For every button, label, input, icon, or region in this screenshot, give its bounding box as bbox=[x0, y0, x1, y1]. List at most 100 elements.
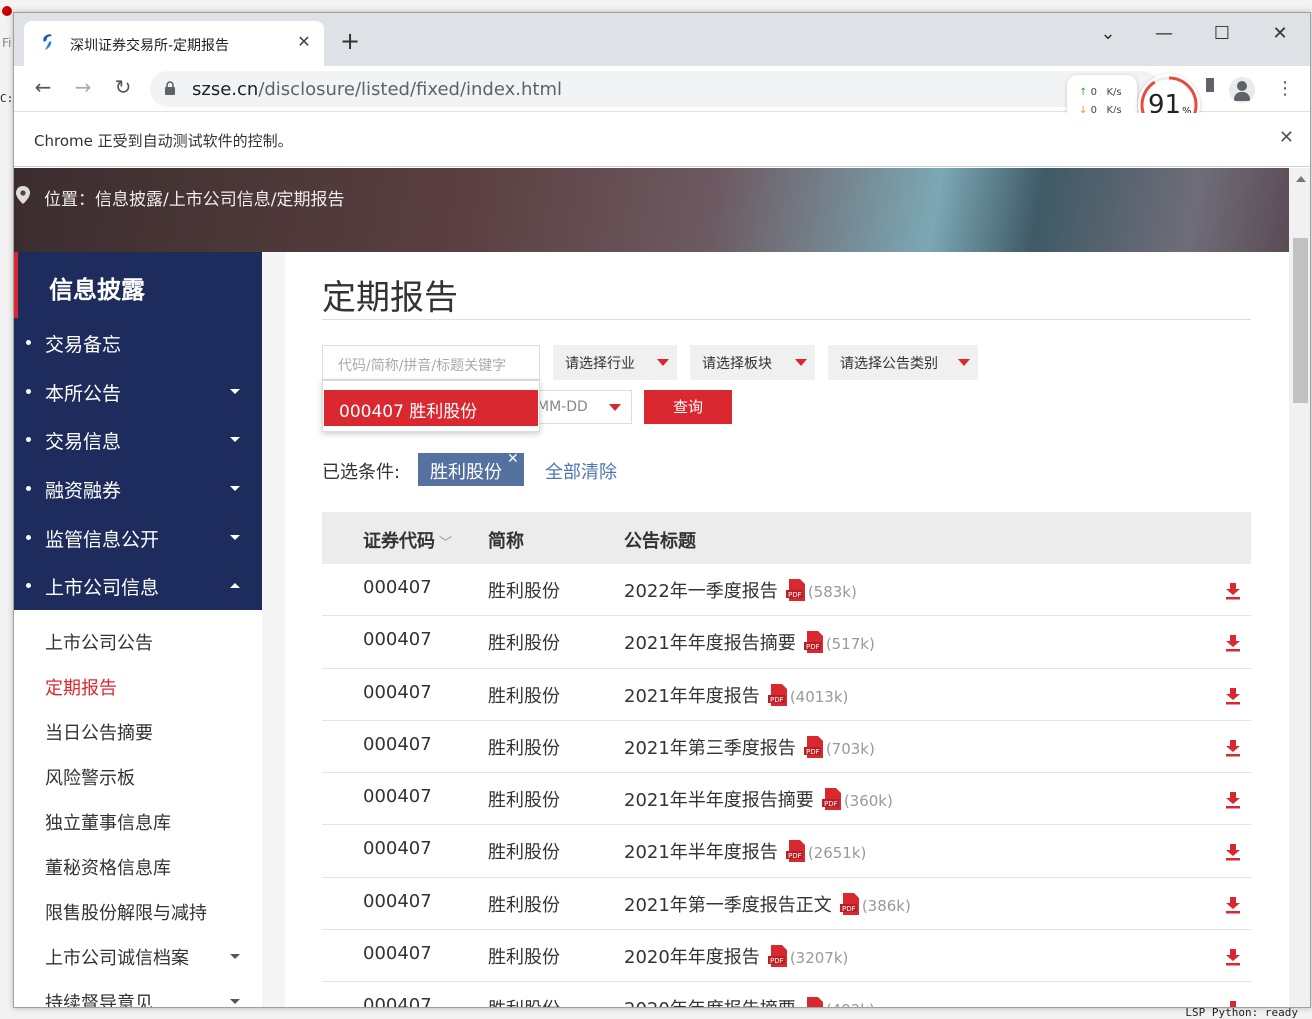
board-select[interactable]: 请选择板块 bbox=[690, 345, 815, 380]
header-name: 简称 bbox=[488, 531, 524, 552]
scroll-up-icon[interactable] bbox=[1296, 176, 1306, 182]
report-title-link[interactable]: 2021年半年度报告摘要 bbox=[624, 790, 814, 811]
pdf-icon[interactable]: PDF bbox=[785, 579, 806, 601]
report-title-link[interactable]: 2021年年度报告 bbox=[624, 686, 760, 707]
sidebar-sub-item[interactable]: 上市公司公告 bbox=[14, 619, 262, 664]
sidebar-sub-item[interactable]: 董秘资格信息库 bbox=[14, 844, 262, 889]
breadcrumb: 位置：信息披露/上市公司信息/定期报告 bbox=[44, 190, 345, 210]
close-window-button[interactable]: ✕ bbox=[1260, 23, 1300, 44]
sort-chevron-icon: ﹀ bbox=[439, 536, 453, 551]
sidebar-sub-item[interactable]: 当日公告摘要 bbox=[14, 709, 262, 754]
category-select[interactable]: 请选择公告类别 bbox=[828, 345, 978, 380]
chevron-down-icon bbox=[958, 359, 970, 366]
more-vert-icon[interactable]: ⋮ bbox=[1276, 78, 1294, 99]
table-row: 000407 胜利股份 2021年半年度报告摘要 PDF (360k) bbox=[322, 773, 1251, 826]
tab-szse[interactable]: 深圳证券交易所-定期报告 ✕ bbox=[24, 21, 324, 66]
report-title-link[interactable]: 2022年一季度报告 bbox=[624, 581, 778, 602]
sidebar: 信息披露 交易备忘 本所公告 交易信息融资融券监管信息公开上市公司信息 上市公司公告… bbox=[14, 252, 262, 1007]
bullet-icon bbox=[26, 388, 31, 394]
pdf-icon[interactable]: PDF bbox=[785, 840, 806, 863]
cell-name: 胜利股份 bbox=[488, 633, 560, 655]
bullet-icon bbox=[26, 486, 31, 492]
download-icon[interactable] bbox=[1224, 1000, 1242, 1007]
query-button[interactable]: 查询 bbox=[644, 390, 732, 424]
download-icon[interactable] bbox=[1224, 582, 1242, 600]
sidebar-sub-item[interactable]: 上市公司诚信档案 bbox=[14, 934, 262, 979]
pdf-icon[interactable]: PDF bbox=[803, 631, 824, 654]
page-title: 定期报告 bbox=[322, 278, 458, 318]
industry-select[interactable]: 请选择行业 bbox=[553, 345, 677, 380]
sidebar-nav-label: 融资融券 bbox=[45, 480, 122, 503]
report-title-link[interactable]: 2021年半年度报告 bbox=[624, 842, 778, 863]
download-icon[interactable] bbox=[1224, 739, 1242, 757]
pdf-icon[interactable]: PDF bbox=[821, 788, 842, 811]
sidebar-nav-label: 上市公司信息 bbox=[45, 577, 160, 600]
sidebar-nav-item[interactable]: 融资融券 bbox=[14, 464, 262, 513]
svg-text:PDF: PDF bbox=[770, 696, 784, 704]
url-host: szse.cn bbox=[192, 79, 259, 100]
page-scrollbar[interactable] bbox=[1289, 168, 1310, 1007]
sidebar-sub-label: 董秘资格信息库 bbox=[45, 858, 171, 879]
pdf-icon[interactable]: PDF bbox=[839, 892, 860, 915]
sidebar-nav-item[interactable]: 交易备忘 bbox=[14, 318, 262, 367]
download-icon[interactable] bbox=[1224, 634, 1242, 652]
report-title-link[interactable]: 2021年第三季度报告 bbox=[624, 738, 796, 759]
sidebar-nav-item[interactable]: 监管信息公开 bbox=[14, 513, 262, 562]
remove-tag-icon[interactable]: ✕ bbox=[507, 451, 519, 467]
pdf-icon[interactable]: PDF bbox=[803, 735, 824, 758]
browser-toolbar: ← → ↻ szse.cn/disclosure/listed/fixed/in… bbox=[14, 66, 1310, 136]
search-suggestions: 000407 胜利股份 bbox=[322, 380, 540, 432]
pdf-icon[interactable]: PDF bbox=[767, 945, 788, 968]
sidebar-sub-item[interactable]: 定期报告 bbox=[14, 664, 262, 709]
download-icon[interactable] bbox=[1224, 843, 1242, 861]
title-divider bbox=[322, 319, 1251, 320]
editor-file-label: Fi bbox=[2, 36, 12, 50]
file-size: (360k) bbox=[843, 792, 893, 811]
report-title-link[interactable]: 2020年年度报告 bbox=[624, 947, 760, 968]
extension-icon[interactable] bbox=[1202, 76, 1216, 94]
report-title-link[interactable]: 2021年第一季度报告正文 bbox=[624, 895, 832, 916]
search-input[interactable]: 代码/简称/拼音/标题关键字 bbox=[322, 345, 540, 380]
pdf-icon[interactable]: PDF bbox=[804, 997, 824, 1007]
sidebar-sub-label: 上市公司诚信档案 bbox=[45, 948, 189, 969]
sidebar-sub-item[interactable]: 风险警示板 bbox=[14, 754, 262, 799]
sidebar-sub-item[interactable]: 持续督导意见 bbox=[14, 979, 262, 1007]
report-title-link[interactable]: 2020年年度报告摘要 bbox=[624, 999, 796, 1007]
report-title-link[interactable]: 2021年年度报告摘要 bbox=[624, 633, 796, 654]
sidebar-sub-item[interactable]: 限售股份解限与减持 bbox=[14, 889, 262, 934]
scrollbar-thumb[interactable] bbox=[1293, 238, 1308, 403]
download-icon[interactable] bbox=[1224, 687, 1242, 705]
tab-search-icon[interactable]: ⌄ bbox=[1088, 23, 1128, 44]
table-row: 000407 胜利股份 2021年年度报告摘要 PDF (517k) bbox=[322, 616, 1251, 669]
download-icon[interactable] bbox=[1224, 896, 1242, 914]
chevron-down-icon bbox=[795, 359, 807, 366]
table-row: 000407 胜利股份 2022年一季度报告 PDF (583k) bbox=[322, 564, 1251, 617]
maximize-button[interactable]: ☐ bbox=[1202, 23, 1242, 44]
suggestion-item[interactable]: 000407 胜利股份 bbox=[324, 390, 538, 426]
header-code[interactable]: 证券代码 ﹀ bbox=[363, 527, 452, 553]
infobar-close-icon[interactable]: ✕ bbox=[1279, 127, 1294, 148]
sidebar-nav-item[interactable]: 交易信息 bbox=[14, 415, 262, 464]
sidebar-nav-item[interactable]: 本所公告 bbox=[14, 367, 262, 416]
sidebar-sub-item[interactable]: 独立董事信息库 bbox=[14, 799, 262, 844]
cell-title: 2021年第一季度报告正文 PDF (386k) bbox=[624, 891, 911, 917]
profile-icon[interactable] bbox=[1229, 77, 1255, 103]
upload-value: 0 bbox=[1090, 87, 1097, 98]
new-tab-button[interactable]: + bbox=[340, 29, 360, 53]
upload-arrow-icon: ↑ bbox=[1079, 87, 1088, 98]
address-bar[interactable]: szse.cn/disclosure/listed/fixed/index.ht… bbox=[150, 71, 1160, 107]
minimize-button[interactable]: — bbox=[1144, 23, 1184, 44]
download-icon[interactable] bbox=[1224, 791, 1242, 809]
reload-button[interactable]: ↻ bbox=[108, 75, 138, 99]
forward-button[interactable]: → bbox=[68, 75, 98, 99]
clear-all-link[interactable]: 全部清除 bbox=[545, 458, 617, 484]
svg-text:PDF: PDF bbox=[806, 748, 820, 756]
tab-close-icon[interactable]: ✕ bbox=[294, 32, 314, 51]
download-icon[interactable] bbox=[1224, 948, 1242, 966]
back-button[interactable]: ← bbox=[28, 75, 58, 99]
pdf-icon[interactable]: PDF bbox=[767, 683, 788, 706]
cell-name: 胜利股份 bbox=[488, 995, 560, 1007]
chevron-down-icon bbox=[230, 437, 240, 443]
sidebar-nav-item[interactable]: 上市公司信息 bbox=[14, 561, 262, 610]
sidebar-title-text: 信息披露 bbox=[49, 276, 145, 304]
